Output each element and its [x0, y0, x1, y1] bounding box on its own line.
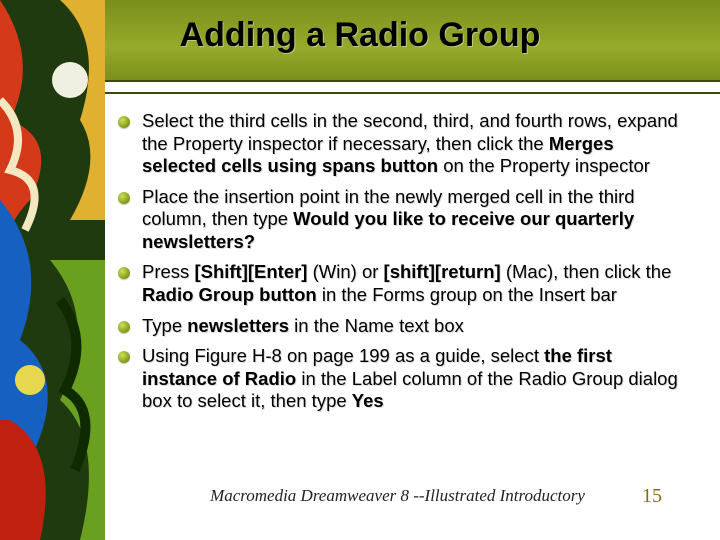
- bullet-icon: [118, 267, 130, 279]
- body-bullet-list: Select the third cells in the second, th…: [118, 110, 690, 421]
- slide-title: Adding a Radio Group: [0, 0, 720, 82]
- bullet-text: Place the insertion point in the newly m…: [142, 186, 690, 254]
- bullet-text: Select the third cells in the second, th…: [142, 110, 690, 178]
- bullet-icon: [118, 116, 130, 128]
- bullet-icon: [118, 321, 130, 333]
- bullet-item: Using Figure H-8 on page 199 as a guide,…: [118, 345, 690, 413]
- bullet-text: Type newsletters in the Name text box: [142, 315, 690, 338]
- bullet-item: Type newsletters in the Name text box: [118, 315, 690, 338]
- bullet-item: Select the third cells in the second, th…: [118, 110, 690, 178]
- bullet-icon: [118, 192, 130, 204]
- bullet-text: Using Figure H-8 on page 199 as a guide,…: [142, 345, 690, 413]
- bullet-item: Place the insertion point in the newly m…: [118, 186, 690, 254]
- bullet-text: Press [Shift][Enter] (Win) or [shift][re…: [142, 261, 690, 306]
- footer-source-text: Macromedia Dreamweaver 8 --Illustrated I…: [105, 486, 690, 506]
- slide: Adding a Radio Group Select the third ce…: [0, 0, 720, 540]
- bullet-icon: [118, 351, 130, 363]
- bullet-item: Press [Shift][Enter] (Win) or [shift][re…: [118, 261, 690, 306]
- title-underline: [105, 92, 720, 94]
- page-number: 15: [642, 485, 662, 508]
